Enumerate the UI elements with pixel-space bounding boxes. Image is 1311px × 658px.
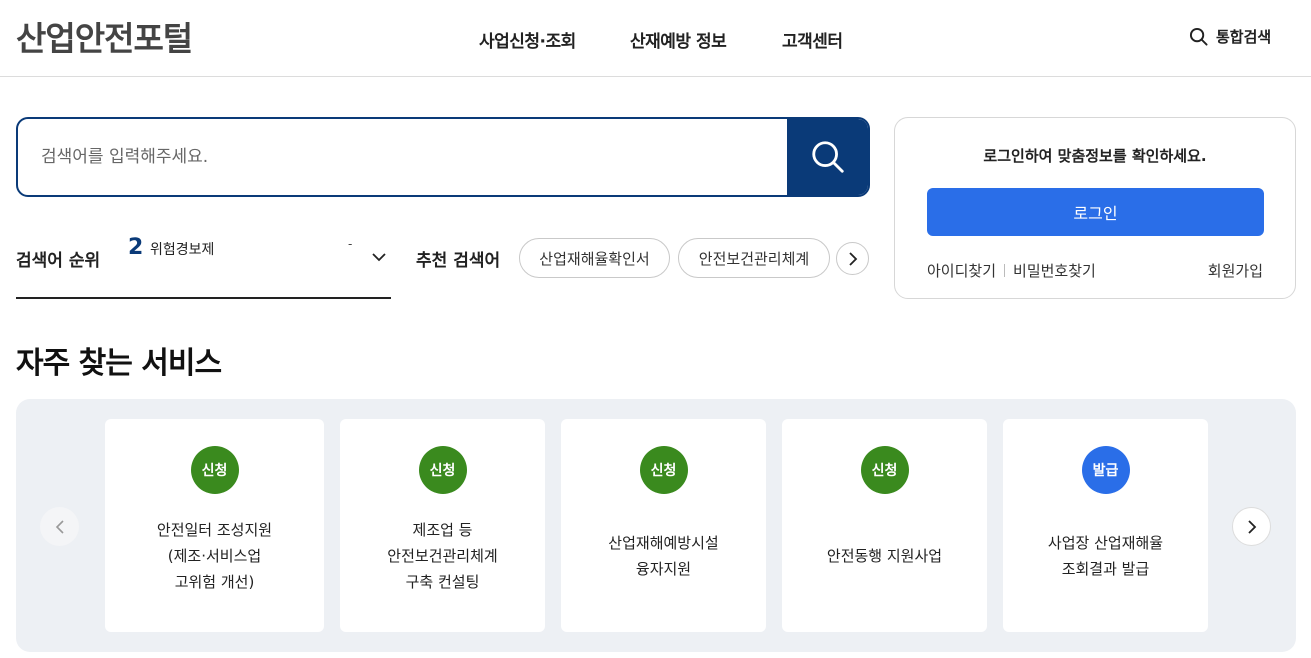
ranking-number: 2	[128, 235, 144, 260]
search-icon	[811, 141, 844, 173]
site-header: 산업안전포털 사업신청·조회 산재예방 정보 고객센터 통합검색	[0, 0, 1311, 77]
recommended-chip[interactable]: 안전보건관리체계	[678, 238, 830, 278]
service-card-label: 제조업 등 안전보건관리체계 구축 컨설팅	[387, 521, 498, 591]
service-card[interactable]: 신청 안전동행 지원사업	[782, 419, 987, 632]
nav-business-apply[interactable]: 사업신청·조회	[479, 27, 576, 52]
service-card-label: 산업재해예방시설 융자지원	[608, 534, 719, 578]
chevron-right-icon	[848, 251, 857, 266]
service-carousel: 신청 안전일터 조성지원 (제조·서비스업 고위험 개선) 신청 제조업 등 안…	[16, 399, 1296, 652]
ranking-label: 검색어 순위	[16, 251, 101, 271]
login-card: 로그인하여 맞춤정보를 확인하세요. 로그인 아이디찾기 비밀번호찾기 회원가입	[894, 117, 1296, 299]
divider	[1004, 264, 1006, 277]
carousel-prev-button[interactable]	[40, 507, 79, 546]
chevron-down-icon[interactable]	[371, 249, 387, 265]
search-button[interactable]	[787, 119, 868, 195]
recommended-chip[interactable]: 산업재해율확인서	[519, 238, 670, 278]
recommended-next-button[interactable]	[836, 242, 869, 275]
service-card[interactable]: 발급 사업장 산업재해율 조회결과 발급	[1003, 419, 1208, 632]
status-badge: 신청	[860, 446, 909, 494]
find-id-link[interactable]: 아이디찾기	[927, 260, 996, 281]
recommended-label: 추천 검색어	[416, 251, 501, 271]
status-badge: 발급	[1081, 446, 1130, 494]
site-logo[interactable]: 산업안전포털	[16, 12, 193, 60]
main-search-box	[16, 117, 870, 197]
service-card[interactable]: 신청 산업재해예방시설 융자지원	[561, 419, 766, 632]
find-password-link[interactable]: 비밀번호찾기	[1013, 260, 1096, 281]
ranking-keyword[interactable]: 위험경보제	[150, 239, 214, 259]
search-input[interactable]	[18, 119, 787, 195]
service-card-label: 사업장 산업재해율 조회결과 발급	[1047, 534, 1164, 578]
integrated-search-button[interactable]: 통합검색	[1189, 26, 1271, 47]
login-button[interactable]: 로그인	[927, 188, 1264, 236]
status-badge: 신청	[190, 446, 239, 494]
status-badge: 신청	[639, 446, 688, 494]
chevron-right-icon	[1247, 519, 1256, 534]
carousel-next-button[interactable]	[1232, 507, 1271, 546]
search-ranking[interactable]: 검색어 순위 2 위험경보제 -	[16, 231, 391, 299]
login-message: 로그인하여 맞춤정보를 확인하세요.	[983, 147, 1207, 165]
service-card[interactable]: 신청 안전일터 조성지원 (제조·서비스업 고위험 개선)	[105, 419, 324, 632]
integrated-search-label: 통합검색	[1216, 28, 1272, 46]
chevron-left-icon	[55, 519, 64, 534]
ranking-change: -	[348, 237, 353, 251]
nav-prevention-info[interactable]: 산재예방 정보	[630, 27, 727, 52]
service-card-label: 안전일터 조성지원 (제조·서비스업 고위험 개선)	[156, 521, 273, 591]
service-card[interactable]: 신청 제조업 등 안전보건관리체계 구축 컨설팅	[340, 419, 545, 632]
nav-customer-center[interactable]: 고객센터	[782, 27, 843, 52]
join-link[interactable]: 회원가입	[1208, 260, 1263, 281]
section-title: 자주 찾는 서비스	[16, 346, 222, 381]
status-badge: 신청	[418, 446, 467, 494]
service-card-label: 안전동행 지원사업	[826, 547, 943, 565]
account-links: 아이디찾기 비밀번호찾기	[927, 260, 1096, 281]
search-icon	[1189, 27, 1208, 46]
